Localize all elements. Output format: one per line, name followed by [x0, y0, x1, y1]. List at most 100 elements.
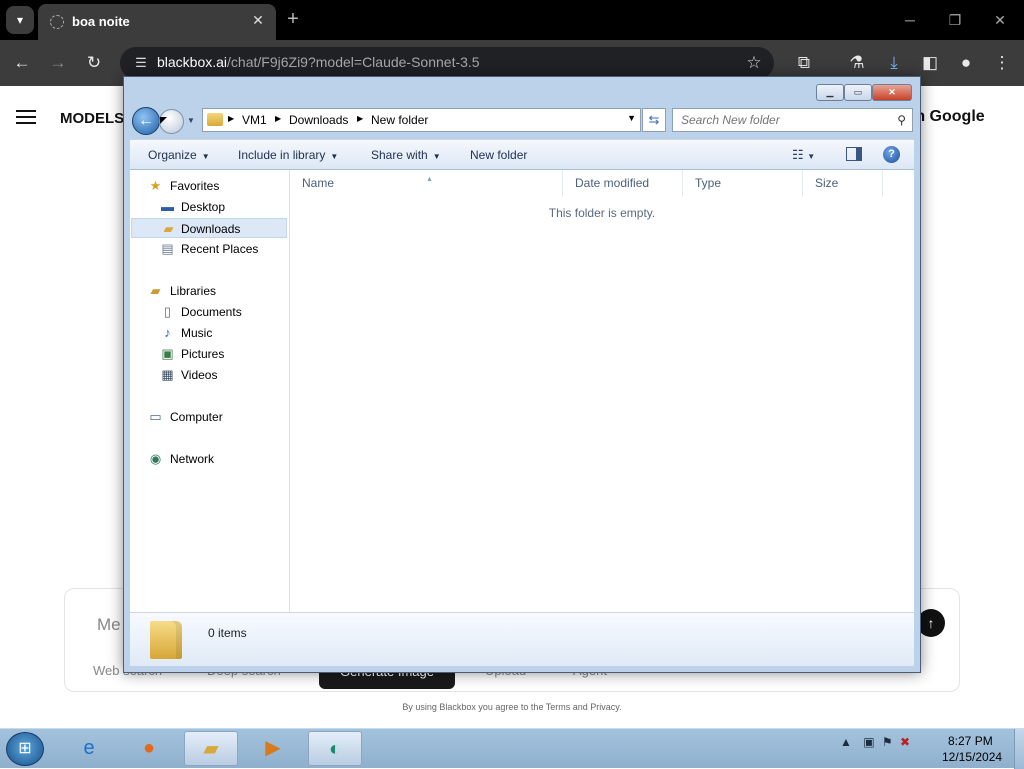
preview-pane-icon[interactable]	[846, 147, 862, 161]
nav-network-label: Network	[170, 452, 215, 466]
nav-recent-places[interactable]: ▤ Recent Places	[158, 239, 288, 259]
refresh-icon[interactable]: ⇆	[642, 108, 666, 132]
chrome-menu-icon[interactable]: ⋮	[990, 51, 1014, 75]
column-header-type[interactable]: Type	[683, 170, 803, 196]
change-view-icon[interactable]: ☷ ▼	[792, 147, 815, 163]
back-arrow-icon[interactable]: ←	[132, 107, 160, 135]
chrome-app-icon[interactable]: ◐	[308, 731, 362, 766]
windows-taskbar: ⊞ e ● ▰ ▶ ◐ ▲ ▣ ⚑ ✖ 8:27 PM 12/15/2024	[0, 728, 1024, 769]
clock-time[interactable]: 8:27 PM	[948, 734, 993, 748]
breadcrumb-separator-icon[interactable]: ▶	[228, 114, 234, 123]
share-with-button[interactable]: Share with ▼	[371, 148, 441, 162]
nav-libraries-label: Libraries	[170, 284, 217, 298]
recent-pages-dropdown-icon[interactable]: ▼	[187, 116, 197, 126]
address-history-dropdown-icon[interactable]: ▼	[627, 113, 636, 123]
column-header-size[interactable]: Size	[803, 170, 883, 196]
breadcrumb-separator-icon[interactable]: ▶	[275, 114, 281, 123]
new-folder-button[interactable]: New folder	[470, 148, 527, 162]
tab-title: boa noite	[72, 14, 130, 29]
search-input[interactable]	[673, 109, 903, 131]
network-tray-icon[interactable]: ▣	[863, 735, 874, 749]
labs-flask-icon[interactable]: ⚗	[845, 51, 869, 75]
terms-text: By using Blackbox you agree to the Terms…	[402, 702, 622, 712]
breadcrumb-separator-icon[interactable]: ▶	[357, 114, 363, 123]
share-with-label: Share with	[371, 148, 428, 162]
command-bar: Organize ▼ Include in library ▼ Share with…	[130, 139, 914, 170]
nav-favorites[interactable]: ★ Favorites	[148, 176, 288, 196]
clock-date[interactable]: 12/15/2024	[942, 750, 1002, 764]
nav-videos-label: Videos	[181, 368, 218, 382]
forward-arrow-icon[interactable]: →	[46, 51, 70, 75]
close-icon[interactable]: ✕	[872, 84, 912, 101]
music-icon: ♪	[164, 325, 171, 340]
explorer-address-bar[interactable]: ▶ VM1 ▶ Downloads ▶ New folder ▼	[202, 108, 641, 132]
nav-network[interactable]: ◉ Network	[148, 449, 288, 469]
breadcrumb-new-folder[interactable]: New folder	[371, 113, 428, 127]
minimize-icon[interactable]: ─	[898, 8, 922, 32]
system-tray: ▲ ▣ ⚑ ✖	[840, 735, 910, 749]
item-count: 0 items	[208, 626, 247, 640]
nav-computer-label: Computer	[170, 410, 223, 424]
tab-favicon-icon	[50, 15, 64, 29]
chevron-down-icon: ▼	[330, 152, 339, 161]
nav-libraries[interactable]: ▰ Libraries	[148, 281, 288, 301]
back-arrow-icon[interactable]: ←	[10, 51, 34, 75]
download-icon[interactable]: ⤓	[882, 51, 906, 75]
sign-in-google-button[interactable]: th Google	[910, 108, 985, 126]
send-arrow-icon[interactable]: ↑	[917, 609, 945, 637]
restore-icon[interactable]: ❐	[943, 8, 967, 32]
include-in-library-button[interactable]: Include in library ▼	[238, 148, 338, 162]
videos-icon: ▦	[161, 367, 174, 382]
url-path: /chat/F9j6Zi9?model=Claude-Sonnet-3.5	[227, 54, 480, 70]
browser-tab[interactable]: boa noite ✕	[38, 4, 276, 40]
organize-button[interactable]: Organize ▼	[148, 148, 210, 162]
nav-music[interactable]: ♪ Music	[158, 323, 288, 343]
folder-icon	[207, 113, 223, 126]
minimize-icon[interactable]: ▁	[816, 84, 844, 101]
nav-desktop[interactable]: ▬ Desktop	[158, 197, 288, 217]
tab-close-icon[interactable]: ✕	[248, 10, 268, 30]
bookmark-star-icon[interactable]: ☆	[744, 53, 764, 73]
media-player-icon[interactable]: ▶	[246, 731, 300, 766]
action-center-flag-icon[interactable]: ⚑	[882, 735, 893, 749]
search-box[interactable]: ⚲	[672, 108, 913, 132]
firefox-icon[interactable]: ●	[122, 731, 176, 766]
nav-documents[interactable]: ▯ Documents	[158, 302, 288, 322]
maximize-icon[interactable]: ▭	[844, 84, 872, 101]
nav-downloads[interactable]: ▰ Downloads	[131, 218, 287, 238]
address-bar[interactable]: ☰ blackbox.ai/chat/F9j6Zi9?model=Claude-…	[120, 47, 774, 79]
breadcrumb-downloads[interactable]: Downloads	[289, 113, 348, 127]
hamburger-menu-icon[interactable]	[16, 110, 36, 126]
breadcrumb-vm1[interactable]: VM1	[242, 113, 267, 127]
url-text[interactable]: blackbox.ai/chat/F9j6Zi9?model=Claude-So…	[157, 54, 480, 70]
column-header-name[interactable]: Name ▲	[290, 170, 563, 196]
models-label[interactable]: MODELS	[60, 110, 124, 127]
help-icon[interactable]: ?	[883, 146, 900, 163]
close-window-icon[interactable]: ✕	[988, 8, 1012, 32]
file-explorer-window: ▁ ▭ ✕ ← ▼ ▶ VM1 ▶ Downloads ▶ New folder…	[123, 76, 921, 673]
volume-muted-icon[interactable]: ✖	[900, 735, 910, 749]
internet-explorer-icon[interactable]: e	[62, 731, 116, 766]
reload-icon[interactable]: ↻	[82, 51, 106, 75]
nav-pictures[interactable]: ▣ Pictures	[158, 344, 288, 364]
chat-placeholder: Me	[97, 615, 121, 634]
start-button-windows-icon[interactable]: ⊞	[6, 732, 44, 766]
profile-avatar-icon[interactable]: ●	[954, 51, 978, 75]
new-tab-button[interactable]: +	[282, 8, 304, 30]
show-desktop-button[interactable]	[1014, 729, 1024, 769]
nav-computer[interactable]: ▭ Computer	[148, 407, 288, 427]
side-panel-icon[interactable]: ◧	[918, 51, 942, 75]
nav-pictures-label: Pictures	[181, 347, 225, 361]
nav-videos[interactable]: ▦ Videos	[158, 365, 288, 385]
mouse-pointer-icon	[160, 117, 167, 124]
tray-chevron-up-icon[interactable]: ▲	[840, 735, 852, 749]
windows-explorer-icon[interactable]: ▰	[184, 731, 238, 766]
details-pane: 0 items	[130, 612, 914, 666]
search-icon[interactable]: ⚲	[897, 113, 906, 127]
extensions-icon[interactable]: ⧉	[792, 51, 816, 75]
file-list-pane[interactable]: Name ▲ Date modified Type Size This folde…	[290, 170, 914, 612]
recent-places-icon: ▤	[161, 241, 174, 256]
column-header-date-modified[interactable]: Date modified	[563, 170, 683, 196]
site-info-icon[interactable]: ☰	[132, 54, 150, 72]
tab-search-button[interactable]: ▾	[6, 6, 34, 34]
